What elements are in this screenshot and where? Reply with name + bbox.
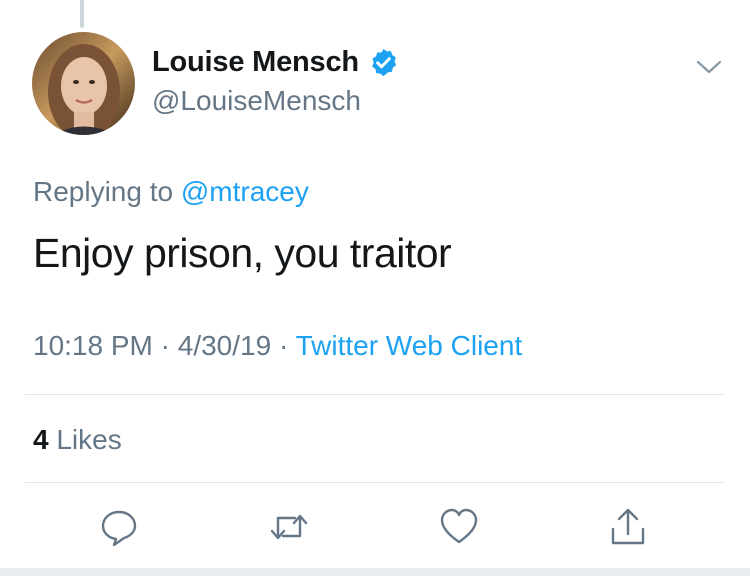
reply-mention-link[interactable]: @mtracey: [181, 176, 309, 207]
heart-icon: [440, 508, 478, 544]
tweet-time: 10:18 PM: [33, 330, 153, 361]
verified-badge-icon: [368, 47, 399, 78]
author-handle[interactable]: @LouiseMensch: [152, 85, 361, 117]
likes-count: 4: [33, 424, 49, 455]
retweet-icon: [270, 514, 308, 540]
share-icon: [611, 508, 645, 545]
tweet-source-link[interactable]: Twitter Web Client: [296, 330, 523, 361]
share-button[interactable]: [608, 507, 648, 547]
retweet-button[interactable]: [269, 507, 309, 547]
meta-separator: ·: [160, 330, 170, 361]
tweet-metadata: 10:18 PM · 4/30/19 · Twitter Web Client: [33, 330, 522, 362]
replying-to-label: Replying to: [33, 176, 174, 207]
tweet-date: 4/30/19: [177, 330, 272, 361]
reply-button[interactable]: [99, 507, 139, 547]
tweet-text: Enjoy prison, you traitor: [33, 230, 452, 276]
author-display-name[interactable]: Louise Mensch: [152, 46, 359, 79]
divider: [25, 482, 725, 483]
divider: [25, 394, 725, 395]
avatar[interactable]: [32, 32, 135, 135]
likes-stat[interactable]: 4 Likes: [33, 424, 122, 456]
chevron-down-icon[interactable]: [696, 58, 722, 76]
reply-icon: [101, 510, 137, 547]
thread-connector-line: [80, 0, 84, 28]
author-name-row[interactable]: Louise Mensch: [152, 46, 399, 79]
like-button[interactable]: [439, 507, 479, 547]
meta-separator: ·: [278, 330, 289, 361]
replying-to: Replying to @mtracey: [33, 176, 309, 208]
likes-label: Likes: [56, 424, 122, 455]
bottom-separator-bar: [0, 568, 750, 576]
